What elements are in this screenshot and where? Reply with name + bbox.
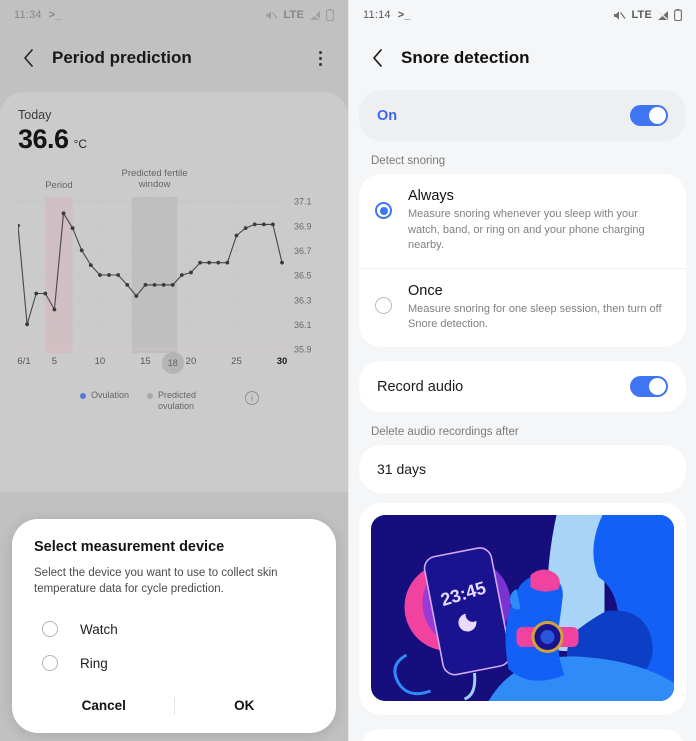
cancel-button[interactable]: Cancel	[34, 686, 174, 725]
detect-snoring-section-header: Detect snoring	[371, 155, 446, 167]
option-always-title: Always	[408, 188, 454, 204]
sleeping-person-phone-watch-illustration: 23:45	[371, 515, 674, 702]
signal-icon	[657, 10, 669, 21]
dialog-option-ring-label: Ring	[80, 655, 108, 671]
terminal-icon: >_	[397, 9, 411, 21]
network-type-label: LTE	[631, 9, 652, 21]
dialog-description: Select the device you want to use to col…	[34, 566, 278, 596]
delete-after-card[interactable]: 31 days	[359, 445, 686, 494]
back-icon[interactable]	[367, 48, 387, 68]
delete-recordings-section-header: Delete audio recordings after	[371, 426, 519, 439]
page-title: Snore detection	[401, 48, 530, 67]
record-audio-card[interactable]: Record audio	[359, 361, 686, 413]
option-once-title: Once	[408, 282, 443, 299]
footnote-text: To record your snoring, wear your watch,…	[359, 729, 686, 741]
master-toggle-switch[interactable]	[630, 105, 668, 126]
dialog-option-watch-label: Watch	[80, 621, 118, 637]
period-prediction-screen: 11:34 >_ LTE Period prediction Today 36.…	[0, 0, 348, 741]
toggle-knob	[649, 378, 666, 396]
illustration-card: 23:45	[359, 503, 686, 716]
delete-after-value: 31 days	[377, 461, 427, 478]
status-bar-right: 11:14 >_ LTE	[349, 0, 696, 30]
radio-button-ring[interactable]	[42, 655, 58, 671]
select-measurement-device-dialog: Select measurement device Select the dev…	[12, 518, 336, 733]
radio-button-once[interactable]	[375, 296, 392, 314]
snore-detection-master-row[interactable]: On	[359, 90, 686, 141]
status-time: 11:14	[363, 9, 391, 21]
radio-button-watch[interactable]	[42, 621, 58, 637]
option-always-description: Measure snoring whenever you sleep with …	[408, 208, 645, 252]
detect-snoring-options-card: Always Measure snoring whenever you slee…	[359, 174, 686, 348]
master-toggle-label: On	[377, 107, 398, 124]
dialog-actions: Cancel OK	[34, 686, 314, 725]
app-bar-right: Snore detection	[349, 30, 696, 86]
dialog-title: Select measurement device	[34, 538, 225, 555]
option-once-description: Measure snoring for one sleep session, t…	[408, 302, 662, 331]
option-once[interactable]: Once Measure snoring for one sleep sessi…	[359, 267, 686, 347]
dual-screenshot-container: 11:34 >_ LTE Period prediction Today 36.…	[0, 0, 696, 741]
snore-detection-screen: 11:14 >_ LTE Snore detection On Detect s…	[348, 0, 696, 741]
record-audio-label: Record audio	[377, 378, 464, 395]
dialog-option-ring[interactable]: Ring	[34, 646, 314, 680]
record-audio-switch[interactable]	[630, 376, 668, 398]
option-always[interactable]: Always Measure snoring whenever you slee…	[359, 174, 686, 268]
dialog-option-watch[interactable]: Watch	[34, 612, 314, 646]
toggle-knob	[649, 107, 666, 124]
battery-icon	[674, 9, 682, 21]
ok-button[interactable]: OK	[175, 686, 315, 725]
mute-icon	[613, 10, 626, 21]
radio-button-always[interactable]	[375, 202, 392, 219]
